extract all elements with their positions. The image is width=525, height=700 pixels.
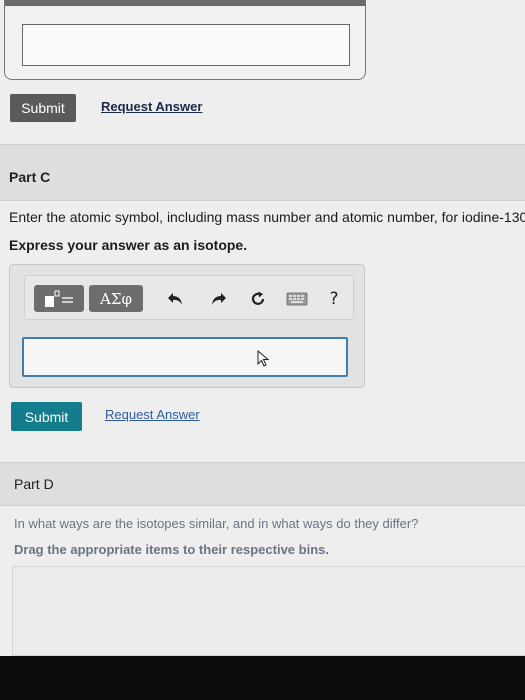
math-toolbar: ΑΣφ ? [24,275,354,320]
reset-icon[interactable] [247,286,269,312]
divider [0,200,525,201]
panel-top-bar [5,0,365,6]
part-d-header[interactable] [0,463,525,505]
greek-symbols-button[interactable]: ΑΣφ [89,285,143,312]
undo-icon[interactable] [165,286,187,312]
part-c-header[interactable] [0,145,525,200]
part-c-title: Part C [9,169,51,185]
keyboard-icon[interactable] [284,286,310,312]
part-c-submit-button[interactable]: Submit [11,402,82,431]
part-d-question: In what ways are the isotopes similar, a… [14,516,419,531]
part-b-answer-panel [4,0,366,80]
help-icon[interactable]: ? [323,286,345,312]
divider [0,505,525,506]
part-c-instruction: Express your answer as an isotope. [9,237,248,253]
part-b-request-answer-link[interactable]: Request Answer [101,99,202,114]
answer-input[interactable] [22,337,348,377]
answer-editor: ΑΣφ ? [9,264,365,388]
part-b-answer-box[interactable] [22,24,350,66]
part-d-instruction: Drag the appropriate items to their resp… [14,542,329,557]
redo-icon[interactable] [207,286,229,312]
part-c-request-answer-link[interactable]: Request Answer [105,407,200,422]
part-c-question: Enter the atomic symbol, including mass … [9,209,525,225]
screen-bezel [0,656,525,700]
part-d-title: Part D [14,476,54,492]
mouse-cursor-icon [257,350,270,367]
drag-bins-area[interactable] [12,566,525,656]
template-icon[interactable] [34,285,84,312]
part-b-submit-button[interactable]: Submit [10,94,76,122]
